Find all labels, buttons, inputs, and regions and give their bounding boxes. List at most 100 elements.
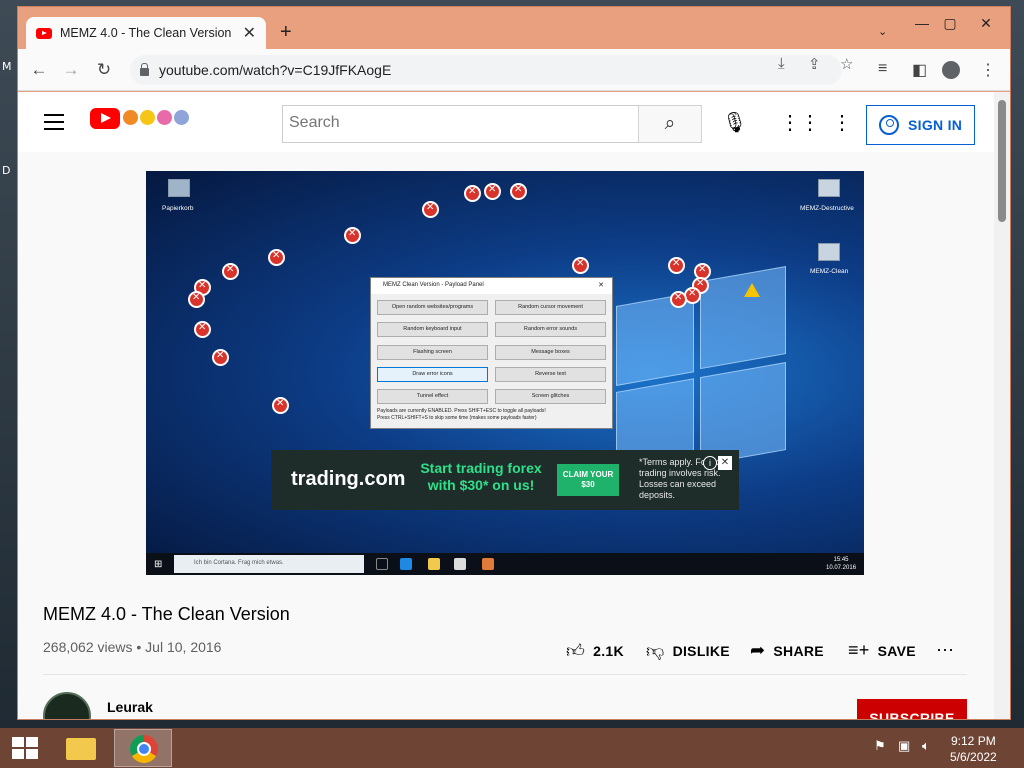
windows-logo-wallpaper [616,266,786,476]
tab-strip: MEMZ 4.0 - The Clean Version - Y ✕ + ⌄ —… [18,7,1010,49]
taskbar-chrome[interactable] [114,729,172,767]
payload-panel-title: MEMZ Clean Version - Payload Panel ✕ [371,278,612,294]
youtube-page: Search ⌕ 🎙︎ ⋮⋮ ⋮ SIGN IN Papierkorb MEMZ… [18,92,1010,719]
menu-icon[interactable]: ⋮ [980,60,996,80]
payload-button: Open random websites/programs [377,300,488,315]
thumbs-down-icon: 👎︎ [646,641,665,661]
clock-date: 5/6/2022 [950,750,997,764]
ad-brand[interactable]: trading.com [291,468,405,491]
start-button[interactable] [12,737,38,759]
search-icon: ⌕ [664,113,676,134]
youtube-logo[interactable] [90,108,120,129]
warning-icon [744,283,760,297]
network-icon[interactable]: ▣ [898,738,910,754]
divider [43,674,967,675]
error-icon [212,349,229,366]
windows-start-icon: ⊞ [154,559,163,570]
doodle-pink-flower-icon[interactable] [157,110,172,125]
tab-search-chevron-icon[interactable]: ⌄ [878,25,887,38]
payload-button: Random cursor movement [495,300,606,315]
desktop-edge-text: M [2,60,12,73]
doodle-flower-icon[interactable] [140,110,155,125]
task-view-icon [376,558,388,570]
ad-cta-button[interactable]: CLAIM YOUR $30 [557,464,619,496]
sign-in-button[interactable]: SIGN IN [866,105,975,145]
browser-tab[interactable]: MEMZ 4.0 - The Clean Version - Y ✕ [26,17,266,49]
action-center-flag-icon[interactable]: ⚑ [874,738,886,754]
ad-info-icon[interactable]: i [703,456,717,470]
tab-close-icon[interactable]: ✕ [243,23,256,43]
scrollbar-thumb[interactable] [998,100,1006,222]
minimize-button[interactable]: — [912,15,932,31]
channel-name[interactable]: Leurak [107,699,153,715]
microphone-icon[interactable]: 🎙︎ [722,110,747,135]
payload-panel-note: Payloads are currently ENABLED. Press SH… [377,408,609,422]
close-window-button[interactable]: ✕ [976,15,996,32]
apps-grid-icon[interactable]: ⋮⋮ [780,110,820,135]
media-icon[interactable]: ≡ [878,60,887,78]
new-tab-button[interactable]: + [280,21,292,44]
video-clock-time: 15:45 [833,557,849,563]
url-text[interactable]: youtube.com/watch?v=C19JfFKAogE [159,62,391,78]
volume-muted-icon[interactable]: 🔈︎ [922,738,930,754]
address-bar[interactable]: youtube.com/watch?v=C19JfFKAogE [130,55,842,85]
lock-icon[interactable] [140,62,149,76]
tab-title: MEMZ 4.0 - The Clean Version - Y [60,26,235,40]
error-icon [194,321,211,338]
error-icon [222,263,239,280]
page-scrollbar[interactable] [994,92,1010,719]
doodle-lotus-icon[interactable] [174,110,189,125]
share-icon[interactable]: ⇪ [808,55,821,73]
error-icon [668,257,685,274]
video-overlay-ad[interactable]: trading.com Start trading forex with $30… [271,450,739,510]
video-title: MEMZ 4.0 - The Clean Version [43,604,290,624]
ad-close-icon[interactable]: ✕ [718,456,732,470]
memz-destructive-label: MEMZ-Destructive [800,205,854,212]
search-button[interactable]: ⌕ [638,105,702,143]
error-icon [484,183,501,200]
sidepanel-icon[interactable]: ◧ [912,60,927,80]
star-icon[interactable]: ☆ [840,55,853,73]
settings-more-icon[interactable]: ⋮ [832,110,852,135]
video-player[interactable]: Papierkorb MEMZ-Destructive MEMZ-Clean ✕… [146,171,864,575]
error-icon [510,183,527,200]
dislike-button[interactable]: 👎︎ DISLIKE [646,640,730,662]
reload-button[interactable]: ↻ [93,60,115,80]
explorer-icon [428,558,440,570]
payload-button: Tunnel effect [377,389,488,404]
search-input[interactable]: Search [282,105,638,143]
system-clock[interactable]: 9:12 PM 5/6/2022 [950,733,997,765]
memz-clean-icon [818,243,840,261]
install-icon[interactable]: ⤓ [778,55,785,72]
taskbar-file-explorer[interactable] [52,729,110,767]
windows-taskbar: ⚑ ▣ 🔈︎ 9:12 PM 5/6/2022 [0,728,1024,768]
share-button[interactable]: ➦ SHARE [750,640,824,661]
clock-time: 9:12 PM [951,734,996,748]
subscribe-button[interactable]: SUBSCRIBE [857,699,967,719]
error-icon [272,397,289,414]
edge-icon [400,558,412,570]
payload-button: Message boxes [495,345,606,360]
doodle-orange-icon[interactable] [123,110,138,125]
save-button[interactable]: ≡+ SAVE [848,640,916,661]
ad-headline[interactable]: Start trading forex with $30* on us! [411,460,551,494]
channel-avatar[interactable] [43,692,91,719]
youtube-masthead: Search ⌕ 🎙︎ ⋮⋮ ⋮ SIGN IN [18,92,994,152]
more-actions-button[interactable]: ⋯ [936,640,954,661]
video-meta: 268,062 views • Jul 10, 2016 [43,639,222,655]
memz-clean-label: MEMZ-Clean [810,268,849,275]
error-icon [670,291,687,308]
hamburger-menu-icon[interactable] [44,114,64,135]
like-button[interactable]: 👍︎ 2.1K [566,640,624,662]
error-icon [268,249,285,266]
payload-button: Random keyboard input [377,322,488,337]
youtube-favicon-icon [36,27,52,39]
forward-button[interactable]: → [60,60,82,80]
payload-note-line: Payloads are currently ENABLED. Press SH… [377,408,546,414]
share-arrow-icon: ➦ [750,640,766,660]
payload-button: Draw error icons [377,367,488,382]
dislike-label: DISLIKE [672,643,730,659]
back-button[interactable]: ← [28,60,50,80]
profile-icon[interactable] [942,61,960,79]
maximize-button[interactable]: ▢ [940,15,960,32]
